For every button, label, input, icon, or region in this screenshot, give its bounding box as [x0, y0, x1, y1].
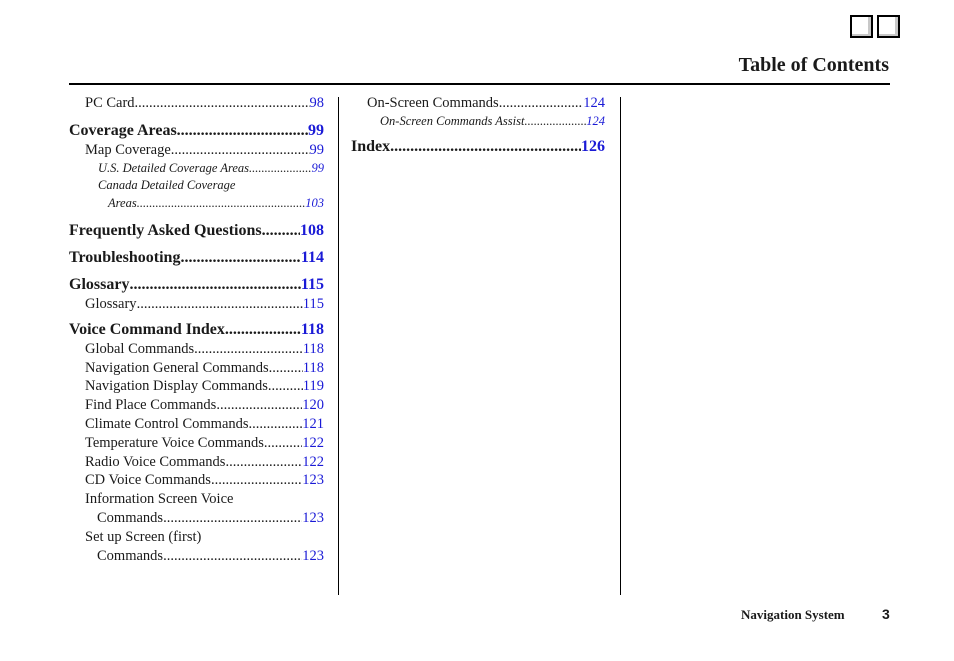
page-link[interactable]: 124 — [586, 113, 605, 131]
toc-entry-global-commands[interactable]: Global Commands118 — [69, 340, 324, 359]
toc-section-voice-command-index[interactable]: Voice Command Index118 — [69, 320, 324, 340]
toc-entry-map-coverage[interactable]: Map Coverage 99 — [69, 141, 324, 160]
toc-entry-cd-voice-commands[interactable]: CD Voice Commands123 — [69, 471, 324, 490]
footer-label: Navigation System — [741, 607, 845, 622]
page-link[interactable]: 99 — [308, 121, 324, 141]
toc-entry-navigation-display-commands[interactable]: Navigation Display Commands119 — [69, 377, 324, 396]
toc-entry-glossary[interactable]: Glossary115 — [69, 295, 324, 314]
toc-column-1: PC Card 98 Coverage Areas99 Map Coverage… — [69, 94, 324, 565]
toc-entry-temperature-voice-commands[interactable]: Temperature Voice Commands122 — [69, 434, 324, 453]
toc-section-coverage-areas[interactable]: Coverage Areas99 — [69, 121, 324, 141]
toc-entry-info-screen-line1: Information Screen Voice — [85, 491, 234, 508]
toc-section-faq[interactable]: Frequently Asked Questions108 — [69, 221, 324, 241]
page-link[interactable]: 103 — [305, 195, 324, 213]
toc-entry-info-screen-voice-commands[interactable]: Commands123 — [69, 509, 324, 528]
toc-entry-canada-detailed-line1: Canada Detailed Coverage — [98, 178, 236, 193]
toc-entry-setup-screen-commands[interactable]: Commands123 — [69, 547, 324, 566]
toc-entry-climate-control-commands[interactable]: Climate Control Commands 121 — [69, 415, 324, 434]
previous-page-button[interactable] — [850, 15, 873, 38]
page-link[interactable]: 119 — [303, 377, 324, 396]
toc-entry-us-detailed-coverage[interactable]: U.S. Detailed Coverage Areas 99 — [69, 160, 324, 178]
toc-section-index[interactable]: Index 126 — [351, 137, 605, 157]
toc-entry-pc-card[interactable]: PC Card 98 — [69, 94, 324, 113]
toc-entry-on-screen-commands[interactable]: On-Screen Commands124 — [351, 94, 605, 113]
toc-entry-find-place-commands[interactable]: Find Place Commands120 — [69, 396, 324, 415]
page-link[interactable]: 121 — [302, 415, 324, 434]
header-rule — [69, 83, 890, 85]
column-divider — [620, 97, 621, 595]
toc-entry-canada-detailed-coverage[interactable]: Areas 103 — [69, 195, 324, 213]
page-link[interactable]: 118 — [303, 359, 324, 378]
toc-section-glossary[interactable]: Glossary 115 — [69, 275, 324, 295]
page-link[interactable]: 98 — [310, 94, 325, 113]
page-link[interactable]: 115 — [301, 275, 324, 295]
page-link[interactable]: 99 — [312, 160, 325, 178]
page-link[interactable]: 118 — [301, 320, 324, 340]
page-nav-buttons — [850, 15, 900, 38]
toc-entry-on-screen-commands-assist[interactable]: On-Screen Commands Assist124 — [351, 113, 605, 131]
page-link[interactable]: 108 — [300, 221, 324, 241]
page-link[interactable]: 118 — [303, 340, 324, 359]
page-link[interactable]: 124 — [583, 94, 605, 113]
page-link[interactable]: 126 — [581, 137, 605, 157]
page-link[interactable]: 123 — [302, 471, 324, 490]
page-title: Table of Contents — [738, 54, 889, 76]
page-link[interactable]: 99 — [310, 141, 325, 160]
toc-entry-setup-screen-line1: Set up Screen (first) — [85, 528, 202, 545]
toc-section-troubleshooting[interactable]: Troubleshooting114 — [69, 248, 324, 268]
footer-page-number: 3 — [882, 606, 890, 622]
toc-column-2: On-Screen Commands124 On-Screen Commands… — [351, 94, 605, 157]
page-link[interactable]: 122 — [302, 453, 324, 472]
toc-entry-navigation-general-commands[interactable]: Navigation General Commands 118 — [69, 359, 324, 378]
page-link[interactable]: 120 — [302, 396, 324, 415]
page-link[interactable]: 114 — [301, 248, 324, 268]
page-link[interactable]: 123 — [302, 509, 324, 528]
page-link[interactable]: 122 — [302, 434, 324, 453]
toc-entry-radio-voice-commands[interactable]: Radio Voice Commands122 — [69, 453, 324, 472]
next-page-button[interactable] — [877, 15, 900, 38]
page-link[interactable]: 115 — [303, 295, 324, 314]
page-link[interactable]: 123 — [302, 547, 324, 566]
column-divider — [338, 97, 339, 595]
